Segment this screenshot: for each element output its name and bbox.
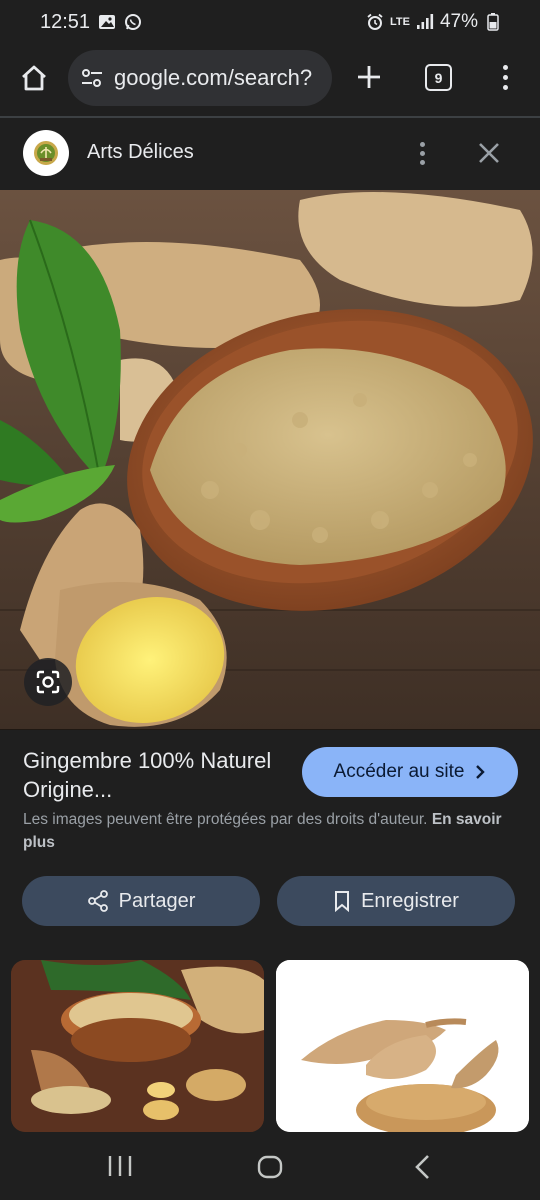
plus-icon xyxy=(358,66,380,88)
home-icon[interactable] xyxy=(256,1154,284,1180)
google-lens-button[interactable] xyxy=(24,658,72,706)
home-icon xyxy=(22,65,46,91)
battery-percent: 47% xyxy=(439,11,478,32)
copyright-notice: Les images peuvent être protégées par de… xyxy=(23,808,523,854)
battery-icon xyxy=(484,13,502,31)
visit-site-button[interactable]: Accéder au site xyxy=(302,747,518,797)
tune-icon[interactable] xyxy=(80,66,104,90)
chevron-right-icon xyxy=(476,765,486,779)
visit-site-label: Accéder au site xyxy=(333,761,465,782)
result-image[interactable] xyxy=(0,190,540,730)
bookmark-icon xyxy=(335,891,350,912)
related-image-1[interactable] xyxy=(11,960,264,1132)
site-name[interactable]: Arts Délices xyxy=(87,141,194,164)
system-nav-bar xyxy=(0,1132,540,1200)
back-icon[interactable] xyxy=(410,1153,436,1181)
share-label: Partager xyxy=(118,889,196,912)
browser-menu-button[interactable] xyxy=(492,60,518,94)
result-title[interactable]: Gingembre 100% Naturel Origine... xyxy=(23,746,293,804)
save-button[interactable]: Enregistrer xyxy=(277,876,515,926)
share-button[interactable]: Partager xyxy=(22,876,260,926)
new-tab-button[interactable] xyxy=(352,60,386,94)
close-button[interactable] xyxy=(474,138,504,168)
share-icon xyxy=(87,890,108,912)
save-label: Enregistrer xyxy=(361,889,459,912)
copyright-text: Les images peuvent être protégées par de… xyxy=(23,811,428,828)
site-logo-icon xyxy=(23,130,69,176)
related-image-2[interactable] xyxy=(276,960,529,1132)
recents-icon[interactable] xyxy=(106,1154,134,1178)
tab-switcher-button[interactable]: 9 xyxy=(425,64,452,91)
url-text: google.com/search? xyxy=(114,65,313,90)
address-bar[interactable]: google.com/search? xyxy=(68,50,332,106)
gallery-icon xyxy=(98,13,116,31)
status-bar: 12:51 LTE 47% xyxy=(0,0,540,44)
home-button[interactable] xyxy=(16,60,52,96)
signal-icon xyxy=(416,13,434,31)
browser-toolbar: google.com/search? 9 xyxy=(0,44,540,116)
clock: 12:51 xyxy=(40,10,91,33)
network-type: LTE xyxy=(390,15,410,28)
lens-icon xyxy=(36,670,60,694)
close-icon xyxy=(479,143,499,163)
site-header: Arts Délices xyxy=(0,118,540,190)
site-more-button[interactable] xyxy=(410,138,434,168)
alarm-icon xyxy=(366,13,384,31)
whatsapp-icon xyxy=(124,13,142,31)
